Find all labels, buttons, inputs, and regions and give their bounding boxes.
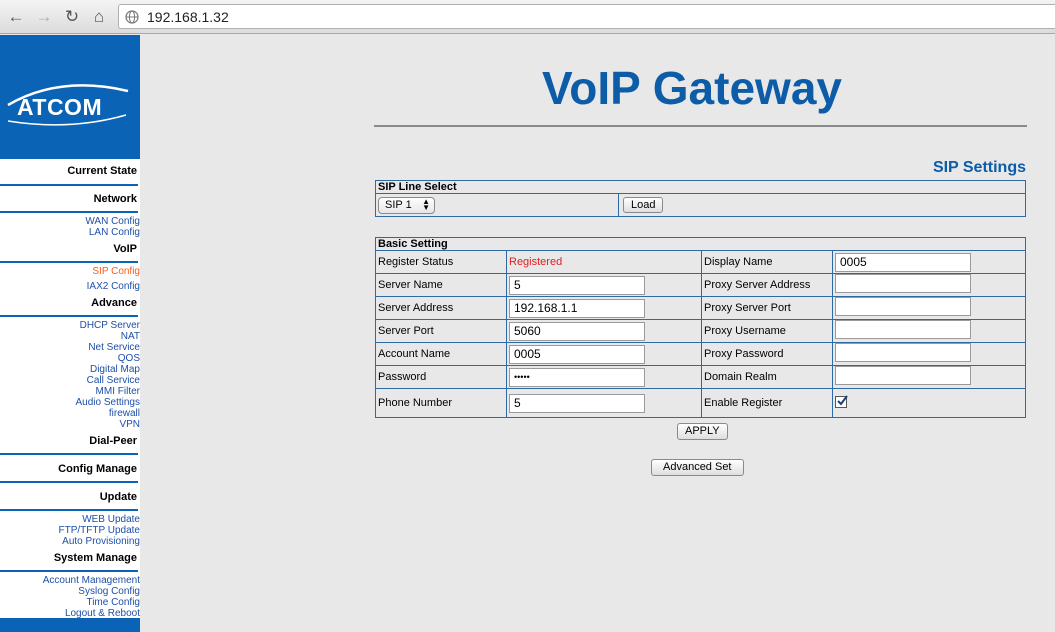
phone-number-label: Phone Number [375, 388, 507, 418]
advanced-set-button[interactable]: Advanced Set [651, 459, 744, 476]
proxy-server-port-label: Proxy Server Port [701, 296, 833, 320]
account-name-field[interactable]: 0005 [509, 344, 645, 364]
enable-register-checkbox[interactable] [835, 394, 848, 408]
display-name-label: Display Name [701, 250, 833, 274]
globe-icon [125, 10, 139, 24]
nav-digital-map[interactable]: Digital Map [90, 364, 140, 375]
reload-icon[interactable]: ↻ [62, 6, 82, 28]
proxy-username-label: Proxy Username [701, 319, 833, 343]
main-content: VoIP Gateway SIP Settings SIP Line Selec… [140, 35, 1055, 632]
nav-sip-config[interactable]: SIP Config [92, 266, 140, 277]
nav-net-service[interactable]: Net Service [88, 342, 140, 353]
nav-system-manage[interactable]: System Manage [54, 552, 137, 564]
nav-syslog-config[interactable]: Syslog Config [78, 586, 140, 597]
nav-nat[interactable]: NAT [121, 331, 140, 342]
divider [0, 509, 138, 511]
title-divider [374, 125, 1027, 127]
nav-qos[interactable]: QOS [118, 353, 140, 364]
basic-setting-table: Basic Setting Register Status Registered… [375, 237, 1026, 418]
load-button[interactable]: Load [623, 197, 664, 213]
sip-line-select-table: SIP Line Select SIP 1 ▲ ▼ Load [375, 180, 1026, 217]
nav-mmi-filter[interactable]: MMI Filter [96, 386, 140, 397]
phone-number-field[interactable]: 5 [509, 393, 645, 413]
section-title: SIP Settings [932, 159, 1026, 176]
nav-network[interactable]: Network [94, 193, 137, 205]
register-status-value: Registered [509, 256, 563, 268]
enable-register-label: Enable Register [701, 388, 833, 418]
nav-ftp-tftp-update[interactable]: FTP/TFTP Update [58, 525, 140, 536]
atcom-logo: ATCOM [0, 35, 140, 159]
nav-config-manage[interactable]: Config Manage [58, 463, 137, 475]
server-name-field[interactable]: 5 [509, 275, 645, 295]
apply-button[interactable]: APPLY [677, 423, 728, 440]
domain-realm-label: Domain Realm [701, 365, 833, 389]
back-arrow-icon[interactable]: ← [6, 6, 26, 28]
nav-wan-config[interactable]: WAN Config [85, 216, 140, 227]
account-name-label: Account Name [375, 342, 507, 366]
nav-time-config[interactable]: Time Config [86, 597, 140, 608]
nav-update[interactable]: Update [100, 491, 137, 503]
server-port-field[interactable]: 5060 [509, 321, 645, 341]
address-bar[interactable]: 192.168.1.32 [118, 4, 1055, 29]
nav-dhcp-server[interactable]: DHCP Server [80, 320, 140, 331]
nav-advance[interactable]: Advance [91, 297, 137, 309]
divider [0, 315, 138, 317]
register-status-label: Register Status [375, 250, 507, 274]
dropdown-arrows-icon: ▲ ▼ [422, 196, 430, 212]
divider [0, 261, 138, 263]
password-field[interactable]: ••••• [509, 367, 645, 387]
nav-vpn[interactable]: VPN [119, 419, 140, 430]
url-text: 192.168.1.32 [147, 9, 229, 25]
divider [0, 211, 138, 213]
divider [0, 481, 138, 483]
divider [0, 453, 138, 455]
nav-web-update[interactable]: WEB Update [82, 514, 140, 525]
proxy-username-field[interactable] [835, 320, 971, 339]
server-port-label: Server Port [375, 319, 507, 343]
proxy-password-field[interactable] [835, 343, 971, 362]
page-title: VoIP Gateway [542, 62, 842, 114]
nav-call-service[interactable]: Call Service [87, 375, 140, 386]
proxy-password-label: Proxy Password [701, 342, 833, 366]
sip-line-select-header: SIP Line Select [375, 180, 1026, 194]
nav-voip[interactable]: VoIP [113, 243, 137, 255]
divider [0, 184, 138, 186]
nav-lan-config[interactable]: LAN Config [89, 227, 140, 238]
sidebar: ATCOM Current State Network WAN Config L… [0, 35, 140, 632]
home-icon[interactable]: ⌂ [89, 6, 109, 28]
sip-line-selected: SIP 1 [385, 198, 412, 211]
basic-setting-header: Basic Setting [375, 237, 1026, 251]
nav-auto-provisioning[interactable]: Auto Provisioning [62, 536, 140, 547]
server-address-field[interactable]: 192.168.1.1 [509, 298, 645, 318]
nav-audio-settings[interactable]: Audio Settings [76, 397, 141, 408]
forward-arrow-icon[interactable]: → [34, 6, 54, 28]
browser-toolbar: ← → ↻ ⌂ 192.168.1.32 [0, 0, 1055, 34]
nav-dial-peer[interactable]: Dial-Peer [89, 435, 137, 447]
server-address-label: Server Address [375, 296, 507, 320]
password-label: Password [375, 365, 507, 389]
server-name-label: Server Name [375, 273, 507, 297]
divider [0, 570, 138, 572]
nav-iax2-config[interactable]: IAX2 Config [87, 281, 140, 292]
proxy-server-port-field[interactable] [835, 297, 971, 316]
proxy-server-address-label: Proxy Server Address [701, 273, 833, 297]
logo-text: ATCOM [17, 94, 103, 120]
proxy-server-address-field[interactable] [835, 274, 971, 293]
nav-firewall[interactable]: firewall [109, 408, 140, 419]
nav-current-state[interactable]: Current State [67, 165, 137, 177]
sip-line-dropdown[interactable]: SIP 1 ▲ ▼ [378, 196, 435, 214]
nav-account-management[interactable]: Account Management [43, 575, 140, 586]
display-name-field[interactable]: 0005 [835, 252, 971, 272]
checkmark-icon [837, 394, 848, 406]
domain-realm-field[interactable] [835, 366, 971, 385]
sidebar-footer-bar [0, 618, 140, 632]
